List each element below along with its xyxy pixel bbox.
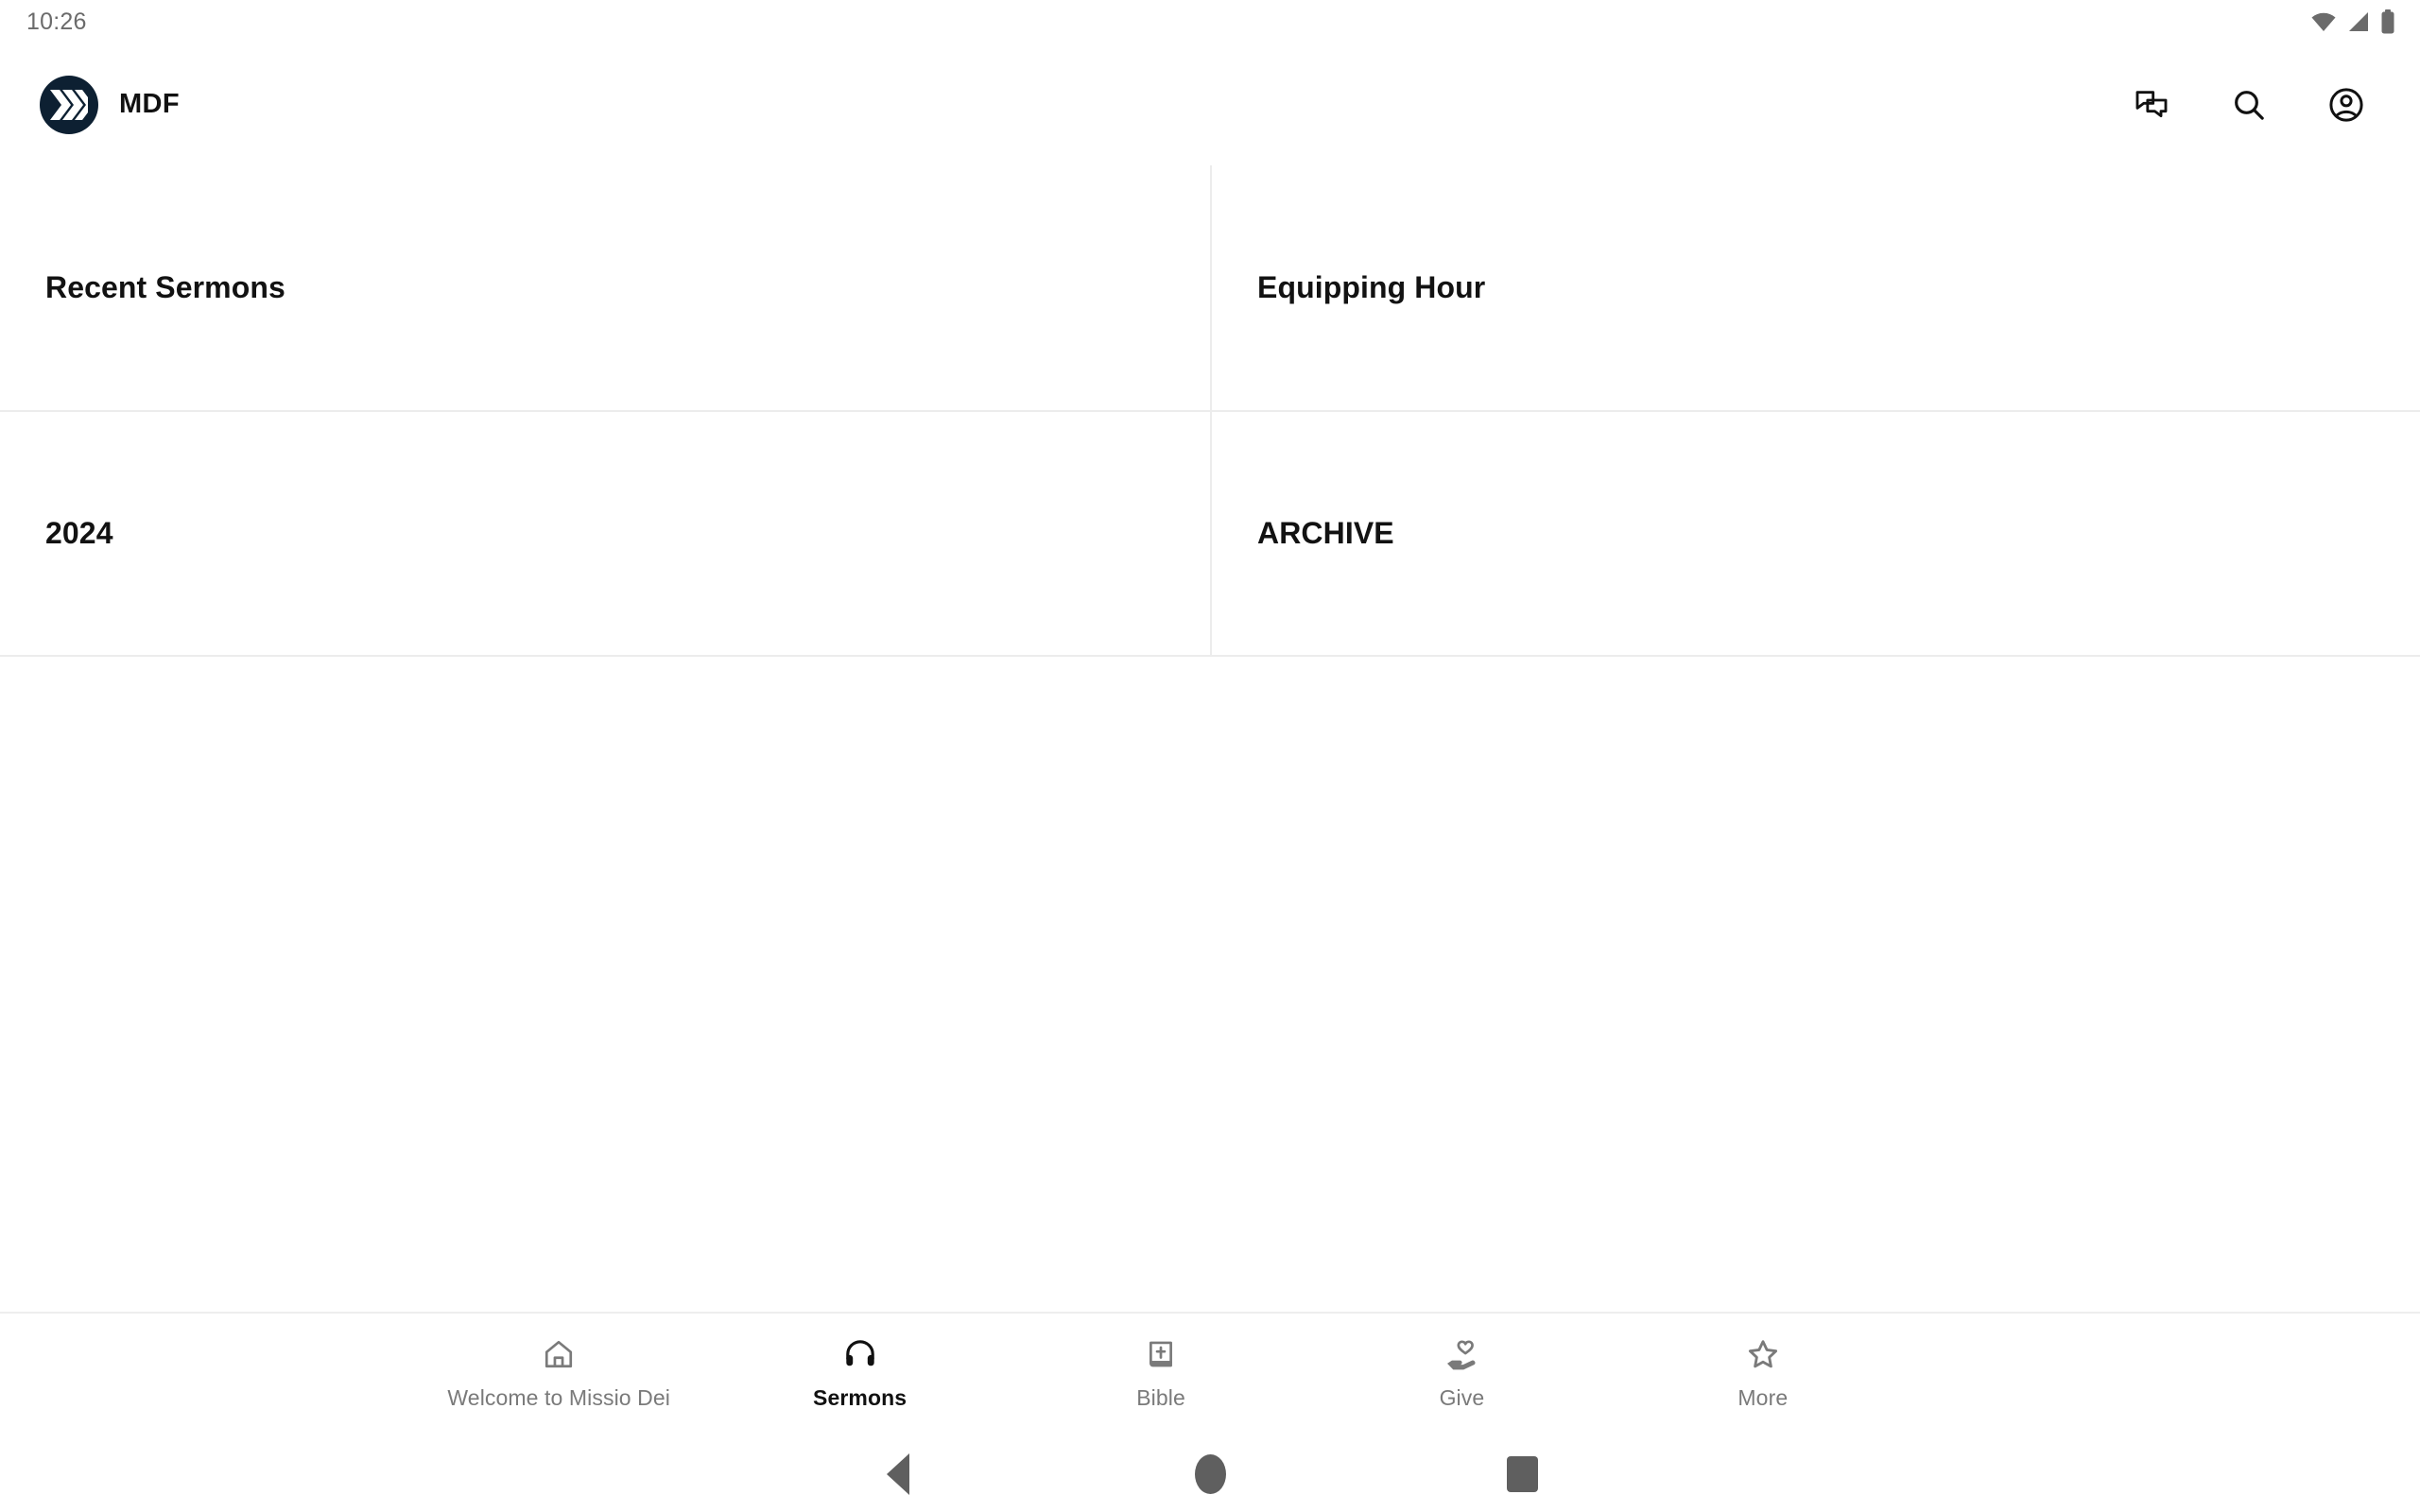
mdf-chevrons-logo-icon: [40, 75, 98, 134]
android-system-nav: [0, 1436, 2420, 1512]
home-icon: [542, 1334, 576, 1374]
nav-item-welcome[interactable]: Welcome to Missio Dei: [408, 1314, 709, 1411]
star-icon: [1745, 1334, 1781, 1374]
tile-2024[interactable]: 2024: [0, 412, 1210, 655]
nav-item-more[interactable]: More: [1613, 1314, 1913, 1411]
tile-title: Equipping Hour: [1257, 270, 1486, 304]
status-bar-icons: [2310, 9, 2395, 34]
app-header: MDF: [0, 43, 2420, 165]
tile-equipping-hour[interactable]: Equipping Hour: [1210, 165, 2420, 410]
nav-label: Welcome to Missio Dei: [447, 1385, 670, 1410]
recents-square-icon: [1506, 1456, 1538, 1492]
headphones-icon: [843, 1334, 877, 1374]
nav-item-give[interactable]: Give: [1311, 1314, 1612, 1411]
tile-recent-sermons[interactable]: Recent Sermons: [0, 165, 1210, 410]
tile-row: 2024 ARCHIVE: [0, 410, 2420, 655]
tile-title: ARCHIVE: [1257, 516, 1394, 550]
tile-archive[interactable]: ARCHIVE: [1210, 412, 2420, 655]
nav-item-sermons[interactable]: Sermons: [709, 1314, 1010, 1411]
cell-signal-icon: [2347, 11, 2370, 32]
grid-bottom-divider: [0, 655, 2420, 657]
android-home-button[interactable]: [1153, 1436, 1267, 1512]
home-circle-icon: [1194, 1454, 1226, 1494]
account-circle-icon[interactable]: [2324, 82, 2369, 128]
nav-label: Bible: [1136, 1385, 1185, 1410]
android-back-button[interactable]: [841, 1436, 955, 1512]
tile-title: 2024: [45, 516, 113, 550]
search-icon[interactable]: [2226, 82, 2272, 128]
android-recents-button[interactable]: [1465, 1436, 1579, 1512]
bible-book-icon: [1145, 1334, 1177, 1374]
brand-name: MDF: [119, 89, 181, 119]
tile-title: Recent Sermons: [45, 270, 285, 304]
bottom-navigation-bar: Welcome to Missio Dei Sermons Bible Give…: [0, 1312, 2420, 1436]
brand[interactable]: MDF: [40, 75, 181, 134]
nav-item-bible[interactable]: Bible: [1011, 1314, 1311, 1411]
wifi-icon: [2310, 11, 2337, 32]
nav-label: More: [1737, 1385, 1789, 1410]
back-triangle-icon: [887, 1453, 909, 1495]
tile-row: Recent Sermons Equipping Hour: [0, 165, 2420, 410]
nav-label: Sermons: [813, 1385, 908, 1410]
messages-icon[interactable]: [2129, 82, 2174, 128]
hand-heart-icon: [1444, 1334, 1478, 1374]
nav-label: Give: [1439, 1385, 1485, 1410]
header-actions: [2129, 82, 2386, 128]
battery-icon: [2380, 9, 2395, 34]
sermon-category-grid: Recent Sermons Equipping Hour 2024 ARCHI…: [0, 165, 2420, 655]
status-time: 10:26: [26, 8, 87, 35]
status-bar: 10:26: [0, 0, 2420, 43]
